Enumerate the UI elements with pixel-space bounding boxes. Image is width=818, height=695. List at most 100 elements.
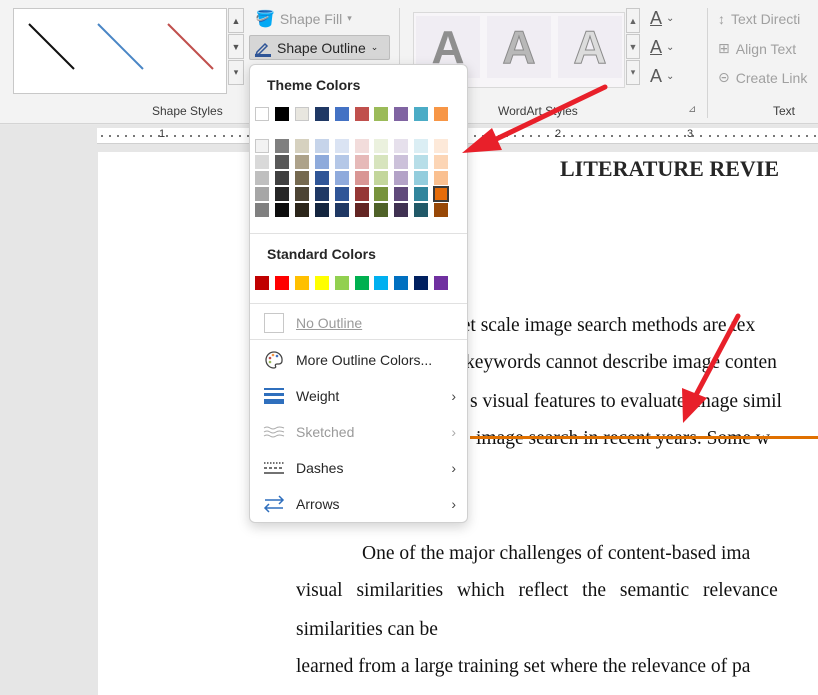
theme-shade-swatch[interactable] <box>434 203 449 217</box>
shape-outline-button[interactable]: Shape Outline ⌄ <box>249 35 390 60</box>
theme-shade-swatch[interactable] <box>274 203 289 217</box>
standard-color-swatch[interactable] <box>354 276 369 290</box>
theme-shade-swatch[interactable] <box>334 203 349 217</box>
text-effects-button[interactable]: A ⌄ <box>650 66 674 87</box>
wordart-scroll-down[interactable]: ▼ <box>626 34 640 59</box>
theme-shade-swatch[interactable] <box>354 139 369 153</box>
theme-shade-swatch[interactable] <box>314 171 329 185</box>
gallery-scroll-up[interactable]: ▲ <box>228 8 244 33</box>
theme-shade-swatch[interactable] <box>354 187 369 201</box>
standard-color-swatch[interactable] <box>334 276 349 290</box>
theme-color-swatch[interactable] <box>294 107 309 121</box>
sketched-item[interactable]: Sketched › <box>262 418 462 446</box>
gallery-scroll-down[interactable]: ▼ <box>228 34 244 59</box>
wordart-style-3[interactable]: A <box>558 16 622 78</box>
ruler-tick <box>165 135 168 137</box>
theme-shade-swatch[interactable] <box>374 171 389 185</box>
chevron-down-icon: ⌄ <box>370 42 379 52</box>
theme-shade-swatch[interactable] <box>374 187 389 201</box>
text-group-label: Text <box>773 104 796 118</box>
more-outline-colors-item[interactable]: More Outline Colors... <box>262 346 462 374</box>
theme-shade-swatch[interactable] <box>374 139 389 153</box>
theme-shade-swatch[interactable] <box>274 155 289 169</box>
theme-shade-swatch[interactable] <box>434 171 449 185</box>
theme-shade-swatch[interactable] <box>255 155 269 169</box>
theme-shade-swatch[interactable] <box>274 187 289 201</box>
theme-shade-swatch[interactable] <box>294 171 309 185</box>
theme-shade-swatch[interactable] <box>394 187 409 201</box>
theme-shade-swatch[interactable] <box>274 139 289 153</box>
align-text-button[interactable]: ⊞ Align Text <box>718 40 796 57</box>
standard-color-swatch[interactable] <box>374 276 389 290</box>
theme-shade-swatch[interactable] <box>294 203 309 217</box>
theme-shade-swatch[interactable] <box>314 187 329 201</box>
theme-color-swatch[interactable] <box>334 107 349 121</box>
theme-shade-swatch[interactable] <box>394 139 409 153</box>
selected-line-shape[interactable] <box>470 436 818 439</box>
theme-shade-swatch[interactable] <box>255 187 269 201</box>
theme-shade-swatch[interactable] <box>314 203 329 217</box>
text-fill-button[interactable]: A ⌄ <box>650 8 674 29</box>
theme-color-swatch[interactable] <box>274 107 289 121</box>
weight-item[interactable]: Weight › <box>262 382 462 410</box>
theme-shade-swatch[interactable] <box>294 155 309 169</box>
theme-shade-swatch[interactable] <box>314 139 329 153</box>
theme-shade-swatch[interactable] <box>314 155 329 169</box>
theme-shade-swatch[interactable] <box>255 203 269 217</box>
shape-fill-button[interactable]: 🪣 Shape Fill ▾ <box>251 6 356 31</box>
theme-shade-swatch[interactable] <box>434 155 449 169</box>
theme-shade-swatch[interactable] <box>414 139 429 153</box>
theme-shade-swatch[interactable] <box>354 171 369 185</box>
theme-color-swatch[interactable] <box>255 107 269 121</box>
theme-color-swatch[interactable] <box>314 107 329 121</box>
theme-shade-swatch[interactable] <box>354 203 369 217</box>
theme-color-swatch[interactable] <box>354 107 369 121</box>
dialog-launcher-icon[interactable]: ⊿ <box>688 104 696 115</box>
standard-color-swatch[interactable] <box>434 276 449 290</box>
theme-shade-swatch[interactable] <box>255 139 269 153</box>
wordart-scroll-up[interactable]: ▲ <box>626 8 640 33</box>
theme-shade-swatch[interactable] <box>334 187 349 201</box>
theme-shade-swatch[interactable] <box>274 171 289 185</box>
arrows-item[interactable]: Arrows › <box>262 490 462 518</box>
gallery-more[interactable]: ▾ <box>228 60 244 85</box>
theme-shade-swatch[interactable] <box>334 155 349 169</box>
theme-shade-swatch[interactable] <box>434 139 449 153</box>
theme-shade-swatch[interactable] <box>374 155 389 169</box>
theme-shade-swatch[interactable] <box>414 203 429 217</box>
theme-shade-swatch[interactable] <box>433 186 450 202</box>
create-link-button[interactable]: ⊝ Create Link <box>718 69 807 86</box>
standard-color-swatch[interactable] <box>394 276 409 290</box>
theme-color-swatch[interactable] <box>414 107 429 121</box>
standard-color-swatch[interactable] <box>274 276 289 290</box>
standard-color-swatch[interactable] <box>314 276 329 290</box>
standard-color-swatch[interactable] <box>414 276 429 290</box>
theme-shade-swatch[interactable] <box>255 171 269 185</box>
theme-shade-swatch[interactable] <box>354 155 369 169</box>
pen-outline-icon <box>254 42 271 57</box>
theme-shade-swatch[interactable] <box>334 171 349 185</box>
no-outline-item[interactable]: No Outline <box>262 309 462 337</box>
theme-shade-swatch[interactable] <box>394 171 409 185</box>
theme-shade-swatch[interactable] <box>414 171 429 185</box>
shape-styles-gallery[interactable] <box>13 8 227 94</box>
theme-shade-swatch[interactable] <box>414 155 429 169</box>
theme-shade-swatch[interactable] <box>374 203 389 217</box>
theme-shade-swatch[interactable] <box>394 203 409 217</box>
theme-shade-swatch[interactable] <box>294 187 309 201</box>
line-weight-icon <box>262 385 286 407</box>
text-direction-button[interactable]: ↕ Text Directi <box>718 11 800 27</box>
theme-color-swatch[interactable] <box>434 107 449 121</box>
theme-shade-swatch[interactable] <box>414 187 429 201</box>
theme-shade-swatch[interactable] <box>294 139 309 153</box>
standard-color-swatch[interactable] <box>255 276 269 290</box>
text-outline-button[interactable]: A ⌄ <box>650 37 674 58</box>
theme-color-swatch[interactable] <box>374 107 389 121</box>
theme-shade-swatch[interactable] <box>394 155 409 169</box>
dashes-item[interactable]: Dashes › <box>262 454 462 482</box>
theme-shade-swatch[interactable] <box>334 139 349 153</box>
wordart-more[interactable]: ▾ <box>626 60 640 85</box>
theme-color-swatch[interactable] <box>394 107 409 121</box>
wordart-style-2[interactable]: A <box>487 16 551 78</box>
standard-color-swatch[interactable] <box>294 276 309 290</box>
